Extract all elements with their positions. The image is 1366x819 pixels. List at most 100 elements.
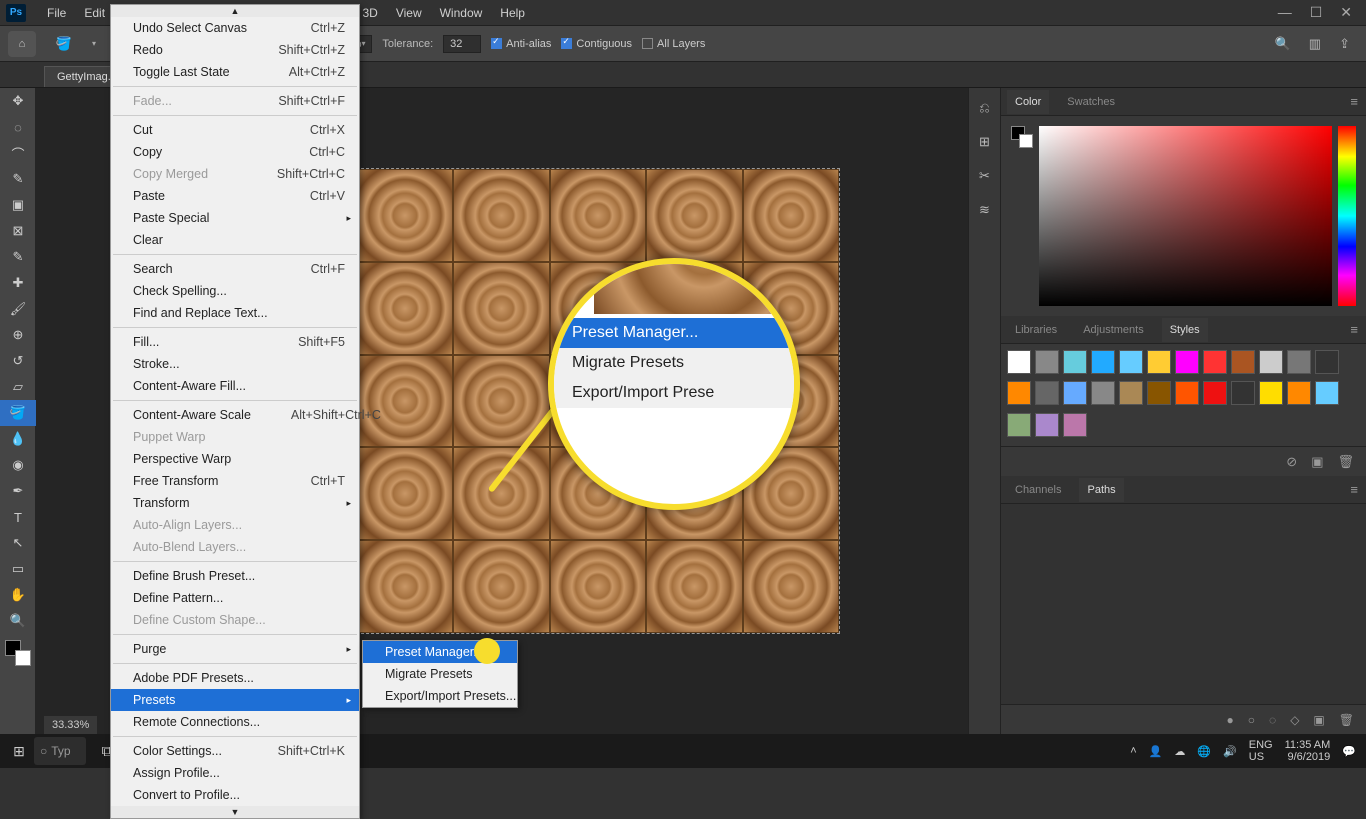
style-swatch[interactable] xyxy=(1147,350,1171,374)
menu-item[interactable]: Perspective Warp xyxy=(111,448,359,470)
menu-item[interactable]: SearchCtrl+F xyxy=(111,258,359,280)
antialias-checkbox[interactable]: Anti-alias xyxy=(491,38,551,50)
menu-item[interactable]: Paste Special▸ xyxy=(111,207,359,229)
tray-up-icon[interactable]: ˄ xyxy=(1130,745,1136,757)
style-swatch[interactable] xyxy=(1231,350,1255,374)
menu-item[interactable]: Color Settings...Shift+Ctrl+K xyxy=(111,740,359,762)
tab-adjustments[interactable]: Adjustments xyxy=(1075,318,1152,342)
selection-to-path-icon[interactable]: ◇ xyxy=(1290,713,1299,727)
style-swatch[interactable] xyxy=(1007,413,1031,437)
history-brush-tool-icon[interactable]: ↺ xyxy=(0,348,36,374)
chevron-down-icon[interactable]: ▾ xyxy=(92,39,96,48)
panel-menu-icon[interactable]: ≡ xyxy=(1350,94,1366,109)
share-icon[interactable]: ⇪ xyxy=(1339,36,1350,52)
menu-item[interactable]: Define Brush Preset... xyxy=(111,565,359,587)
style-swatch[interactable] xyxy=(1315,381,1339,405)
menu-window[interactable]: Window xyxy=(431,2,492,24)
eyedropper-tool-icon[interactable]: ✎ xyxy=(0,244,36,270)
layers-panel-icon[interactable]: ≋ xyxy=(979,202,990,218)
color-field[interactable] xyxy=(1039,126,1332,306)
menu-item[interactable]: Convert to Profile... xyxy=(111,784,359,806)
fgbg-swatch-small[interactable] xyxy=(1011,126,1033,148)
path-select-tool-icon[interactable]: ↖ xyxy=(0,530,36,556)
menu-item[interactable]: RedoShift+Ctrl+Z xyxy=(111,39,359,61)
style-swatch[interactable] xyxy=(1287,381,1311,405)
menu-scroll-down-icon[interactable]: ▼ xyxy=(111,806,359,818)
style-swatch[interactable] xyxy=(1203,381,1227,405)
style-swatch[interactable] xyxy=(1119,381,1143,405)
new-style-icon[interactable]: ▣ xyxy=(1311,454,1323,470)
style-swatch[interactable] xyxy=(1035,381,1059,405)
menu-item[interactable]: Clear xyxy=(111,229,359,251)
taskbar-search[interactable]: ○ Typ xyxy=(34,737,86,765)
menu-item[interactable]: Purge▸ xyxy=(111,638,359,660)
tab-paths[interactable]: Paths xyxy=(1079,478,1123,502)
style-swatch[interactable] xyxy=(1315,350,1339,374)
minimize-icon[interactable]: — xyxy=(1278,4,1292,21)
history-panel-icon[interactable]: ⎌ xyxy=(979,100,989,116)
new-path-icon[interactable]: ▣ xyxy=(1313,713,1324,727)
search-icon[interactable]: 🔍 xyxy=(1275,36,1291,52)
style-swatch[interactable] xyxy=(1175,381,1199,405)
move-tool-icon[interactable]: ✥ xyxy=(0,88,36,114)
tray-clock[interactable]: 11:35 AM9/6/2019 xyxy=(1285,739,1331,763)
menu-item[interactable]: CutCtrl+X xyxy=(111,119,359,141)
fill-path-icon[interactable]: ● xyxy=(1227,713,1234,727)
style-swatch[interactable] xyxy=(1287,350,1311,374)
maximize-icon[interactable]: ☐ xyxy=(1310,4,1323,21)
brush-tool-icon[interactable]: 🖌 xyxy=(0,296,36,322)
style-swatch[interactable] xyxy=(1231,381,1255,405)
quick-select-tool-icon[interactable]: ✎ xyxy=(0,166,36,192)
style-swatch[interactable] xyxy=(1063,350,1087,374)
tab-swatches[interactable]: Swatches xyxy=(1059,90,1123,114)
style-swatch[interactable] xyxy=(1147,381,1171,405)
tray-cloud-icon[interactable]: ☁ xyxy=(1174,745,1185,758)
tray-notifications-icon[interactable]: 💬 xyxy=(1342,745,1356,758)
style-swatch[interactable] xyxy=(1063,413,1087,437)
adjust-panel-icon[interactable]: ✂ xyxy=(979,168,990,184)
crop-tool-icon[interactable]: ▣ xyxy=(0,192,36,218)
menu-item[interactable]: Find and Replace Text... xyxy=(111,302,359,324)
frame-tool-icon[interactable]: ⊠ xyxy=(0,218,36,244)
style-swatch[interactable] xyxy=(1119,350,1143,374)
style-swatch[interactable] xyxy=(1091,381,1115,405)
healing-tool-icon[interactable]: ✚ xyxy=(0,270,36,296)
style-swatch[interactable] xyxy=(1091,350,1115,374)
tray-volume-icon[interactable]: 🔊 xyxy=(1223,745,1237,758)
menu-item[interactable]: Toggle Last StateAlt+Ctrl+Z xyxy=(111,61,359,83)
menu-item[interactable]: PasteCtrl+V xyxy=(111,185,359,207)
menu-scroll-up-icon[interactable]: ▲ xyxy=(111,5,359,17)
menu-item[interactable]: Undo Select CanvasCtrl+Z xyxy=(111,17,359,39)
foreground-background-swatch[interactable] xyxy=(5,640,31,666)
menu-item[interactable]: CopyCtrl+C xyxy=(111,141,359,163)
style-swatch[interactable] xyxy=(1259,350,1283,374)
eraser-tool-icon[interactable]: ▱ xyxy=(0,374,36,400)
submenu-item[interactable]: Migrate Presets xyxy=(363,663,517,685)
type-tool-icon[interactable]: T xyxy=(0,504,36,530)
menu-item[interactable]: Transform▸ xyxy=(111,492,359,514)
submenu-item[interactable]: Export/Import Presets... xyxy=(363,685,517,707)
menu-item[interactable]: Presets▸ xyxy=(111,689,359,711)
trash-icon[interactable]: 🗑 xyxy=(1337,454,1354,470)
trash-icon[interactable]: 🗑 xyxy=(1339,713,1354,727)
panel-menu-icon[interactable]: ≡ xyxy=(1350,322,1366,337)
close-icon[interactable]: ✕ xyxy=(1340,4,1352,21)
tab-styles[interactable]: Styles xyxy=(1162,318,1208,342)
stroke-path-icon[interactable]: ○ xyxy=(1248,713,1255,727)
menu-help[interactable]: Help xyxy=(491,2,534,24)
tray-network-icon[interactable]: 🌐 xyxy=(1197,745,1211,758)
style-swatch[interactable] xyxy=(1063,381,1087,405)
bucket-tool-icon[interactable]: 🪣 xyxy=(0,400,36,426)
style-swatch[interactable] xyxy=(1035,350,1059,374)
lasso-tool-icon[interactable]: ⌒ xyxy=(0,140,36,166)
blur-tool-icon[interactable]: 💧 xyxy=(0,426,36,452)
tab-color[interactable]: Color xyxy=(1007,90,1049,114)
hue-slider[interactable] xyxy=(1338,126,1356,306)
zoom-tool-icon[interactable]: 🔍 xyxy=(0,608,36,634)
menu-item[interactable]: Content-Aware ScaleAlt+Shift+Ctrl+C xyxy=(111,404,359,426)
tolerance-field[interactable]: 32 xyxy=(443,35,481,53)
stamp-tool-icon[interactable]: ⊕ xyxy=(0,322,36,348)
shape-tool-icon[interactable]: ▭ xyxy=(0,556,36,582)
tray-people-icon[interactable]: 👤 xyxy=(1149,745,1163,758)
hand-tool-icon[interactable]: ✋ xyxy=(0,582,36,608)
